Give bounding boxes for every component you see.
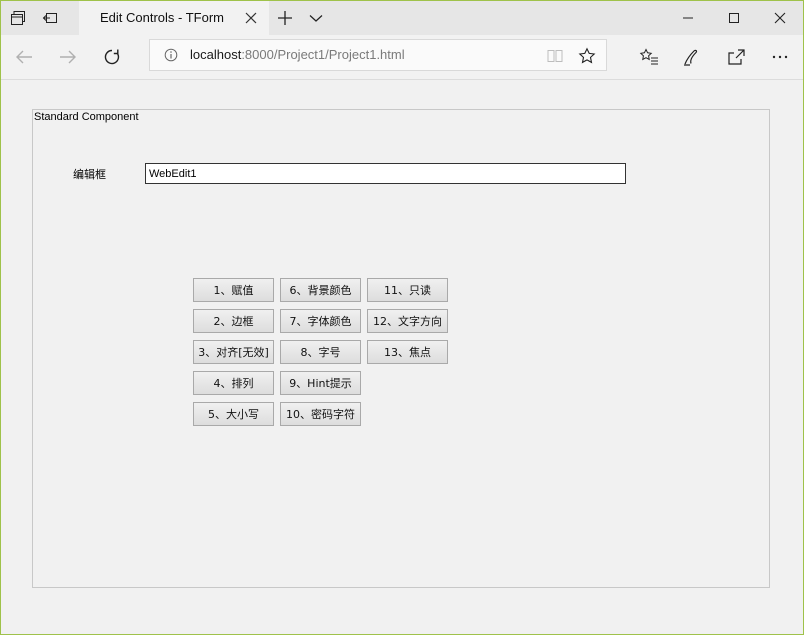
arrange-button[interactable]: 4、排列 bbox=[193, 371, 274, 395]
favorite-star-icon[interactable] bbox=[578, 47, 596, 65]
font-size-button[interactable]: 8、字号 bbox=[280, 340, 361, 364]
password-char-button[interactable]: 10、密码字符 bbox=[280, 402, 361, 426]
tab-manager-icon[interactable] bbox=[10, 10, 26, 26]
minimize-icon[interactable] bbox=[665, 1, 711, 35]
web-note-pen-icon[interactable] bbox=[682, 47, 702, 67]
border-button[interactable]: 2、边框 bbox=[193, 309, 274, 333]
reading-view-icon[interactable] bbox=[546, 47, 564, 65]
web-edit-input[interactable] bbox=[145, 163, 626, 184]
tab-title: Edit Controls - TForm bbox=[100, 10, 225, 25]
focus-button[interactable]: 13、焦点 bbox=[367, 340, 448, 364]
char-case-button[interactable]: 5、大小写 bbox=[193, 402, 274, 426]
refresh-icon[interactable] bbox=[102, 47, 122, 67]
groupbox-caption: Standard Component bbox=[34, 111, 139, 123]
background-color-button[interactable]: 6、背景颜色 bbox=[280, 278, 361, 302]
title-bar: Edit Controls - TForm bbox=[1, 1, 803, 35]
alignment-button[interactable]: 3、对齐[无效] bbox=[193, 340, 274, 364]
tab-preview-chevron-icon[interactable] bbox=[308, 10, 324, 26]
navigation-bar: localhost:8000/Project1/Project1.html bbox=[1, 35, 803, 80]
address-host: localhost bbox=[190, 47, 242, 62]
standard-component-groupbox: Standard Component 编辑框 1、赋值 2、边框 3、对齐[无效… bbox=[32, 109, 770, 588]
forward-arrow-icon[interactable] bbox=[58, 47, 78, 67]
active-tab[interactable]: Edit Controls - TForm bbox=[79, 1, 269, 35]
close-window-icon[interactable] bbox=[757, 1, 803, 35]
back-arrow-icon[interactable] bbox=[14, 47, 34, 67]
address-bar[interactable]: localhost:8000/Project1/Project1.html bbox=[149, 39, 607, 71]
browser-window: Edit Controls - TForm localhost:8000/Pro… bbox=[0, 0, 804, 635]
favorites-hub-icon[interactable] bbox=[639, 47, 659, 67]
assign-value-button[interactable]: 1、赋值 bbox=[193, 278, 274, 302]
new-tab-icon[interactable] bbox=[277, 10, 293, 26]
more-options-icon[interactable] bbox=[770, 47, 790, 67]
tab-close-icon[interactable] bbox=[244, 11, 258, 25]
font-color-button[interactable]: 7、字体颜色 bbox=[280, 309, 361, 333]
maximize-icon[interactable] bbox=[711, 1, 757, 35]
hint-button[interactable]: 9、Hint提示 bbox=[280, 371, 361, 395]
site-info-icon[interactable] bbox=[164, 48, 178, 62]
edit-label: 编辑框 bbox=[73, 168, 106, 181]
text-direction-button[interactable]: 12、文字方向 bbox=[367, 309, 448, 333]
address-url[interactable]: localhost:8000/Project1/Project1.html bbox=[190, 47, 405, 62]
set-tabs-aside-icon[interactable] bbox=[42, 10, 58, 26]
share-icon[interactable] bbox=[726, 47, 746, 67]
page-content: Standard Component 编辑框 1、赋值 2、边框 3、对齐[无效… bbox=[1, 80, 803, 634]
readonly-button[interactable]: 11、只读 bbox=[367, 278, 448, 302]
address-path: :8000/Project1/Project1.html bbox=[241, 47, 405, 62]
